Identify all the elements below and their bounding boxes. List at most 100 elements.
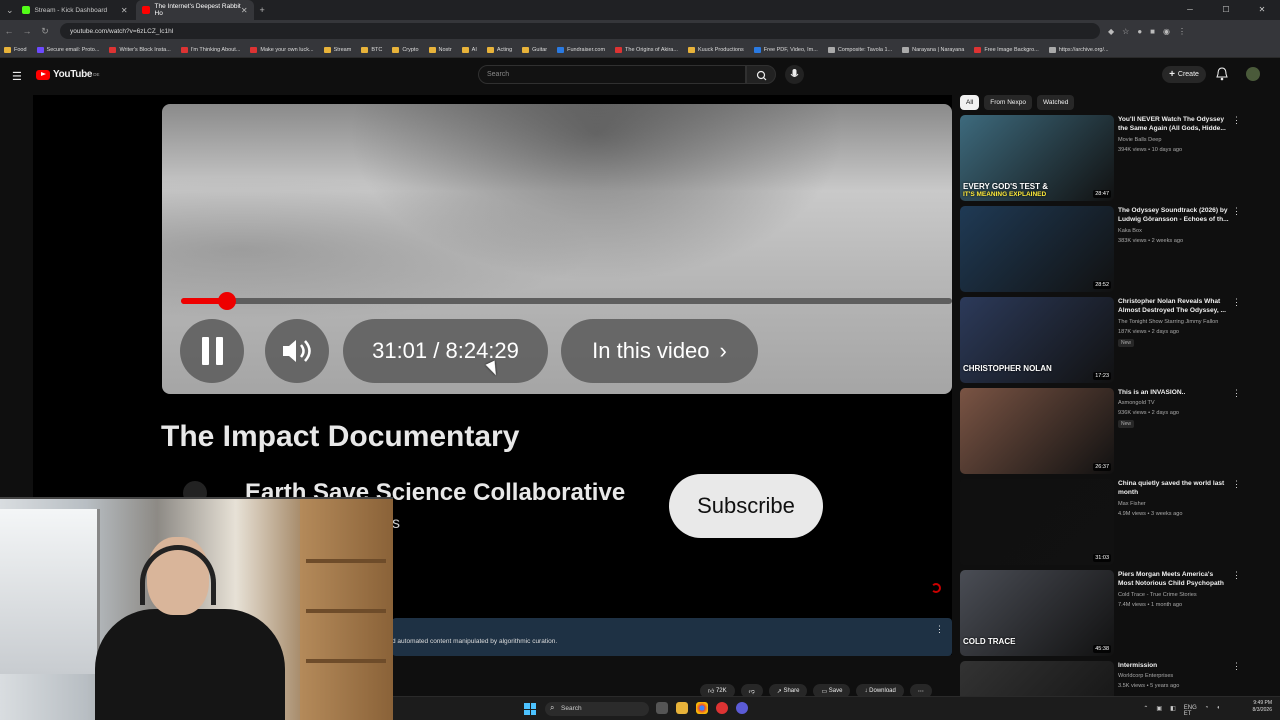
- channel-name[interactable]: Asmongold TV: [1118, 400, 1155, 406]
- more-options-icon[interactable]: ⋮: [1232, 661, 1241, 672]
- obs-icon[interactable]: [736, 702, 748, 714]
- chevron-up-icon[interactable]: ⌃: [1143, 705, 1148, 717]
- channel-name[interactable]: Kaka Box: [1118, 228, 1142, 234]
- bookmark-item[interactable]: https://archive.org/...: [1048, 46, 1109, 53]
- more-options-icon[interactable]: ⋮: [1232, 115, 1241, 126]
- bookmark-item[interactable]: Nostr: [428, 46, 452, 53]
- progress-scrubber[interactable]: [218, 292, 237, 310]
- progress-bar[interactable]: [181, 292, 952, 310]
- video-thumbnail[interactable]: COLD TRACE 45:38: [960, 570, 1114, 656]
- forward-icon[interactable]: →: [18, 26, 36, 36]
- filter-chip[interactable]: All: [960, 95, 980, 110]
- url-field[interactable]: youtube.com/watch?v=6zLCZ_Ic1hI: [60, 23, 1100, 39]
- bookmark-item[interactable]: Free PDF, Video, Im...: [753, 46, 818, 53]
- language-indicator[interactable]: ENG ET: [1184, 705, 1197, 717]
- video-title[interactable]: Intermission: [1118, 661, 1230, 670]
- task-view-icon[interactable]: [656, 702, 668, 714]
- channel-name[interactable]: Worldcorp Enterprises: [1118, 673, 1173, 679]
- bookmark-item[interactable]: Stream: [323, 46, 351, 53]
- more-options-icon[interactable]: ⋮: [1232, 388, 1241, 399]
- pause-button[interactable]: [180, 319, 244, 383]
- video-title[interactable]: You'll NEVER Watch The Odyssey the Same …: [1118, 115, 1230, 133]
- more-menu-icon[interactable]: ⋮: [1178, 27, 1186, 36]
- video-thumbnail[interactable]: EVERY GOD'S TEST & IT'S MEANING EXPLAINED…: [960, 115, 1114, 201]
- extension-icon[interactable]: ◆: [1108, 27, 1114, 36]
- bookmark-item[interactable]: Secure email: Proto...: [36, 46, 99, 53]
- back-icon[interactable]: ←: [0, 26, 18, 36]
- new-tab-icon[interactable]: +: [260, 5, 265, 15]
- bookmark-item[interactable]: AI: [461, 46, 477, 53]
- create-button[interactable]: + Create: [1162, 66, 1206, 83]
- more-options-icon[interactable]: ⋮: [1232, 570, 1241, 581]
- hamburger-menu-icon[interactable]: ☰: [12, 70, 22, 83]
- video-title[interactable]: Piers Morgan Meets America's Most Notori…: [1118, 570, 1230, 588]
- wifi-icon[interactable]: ◔: [1205, 705, 1209, 717]
- video-thumbnail[interactable]: 28:52: [960, 206, 1114, 292]
- bookmark-item[interactable]: Fundraiser.com: [557, 46, 605, 53]
- minimize-icon[interactable]: ─: [1172, 0, 1208, 20]
- maximize-icon[interactable]: ☐: [1208, 0, 1244, 20]
- voice-search-button[interactable]: [785, 65, 804, 84]
- channel-name[interactable]: Cold Trace - True Crime Stories: [1118, 592, 1197, 598]
- bookmark-item[interactable]: Narayana | Narayana: [902, 46, 964, 53]
- channel-name[interactable]: The Tonight Show Starring Jimmy Fallon: [1118, 319, 1218, 325]
- bookmark-item[interactable]: Make your own luck...: [250, 46, 314, 53]
- clock[interactable]: 9:49 PM 8/3/2026: [1253, 700, 1272, 714]
- bookmark-item[interactable]: Free Image Backgro...: [974, 46, 1039, 53]
- bookmark-star-icon[interactable]: ☆: [1122, 27, 1129, 36]
- channel-name[interactable]: Max Fisher: [1118, 501, 1146, 507]
- notifications-bell-icon[interactable]: [1216, 67, 1228, 81]
- bookmark-item[interactable]: Writer's Block Insta...: [109, 46, 171, 53]
- extension-icon[interactable]: ●: [1137, 27, 1142, 36]
- close-tab-icon[interactable]: ✕: [121, 6, 128, 15]
- subscribe-button[interactable]: Subscribe: [669, 474, 823, 538]
- tab-search-icon[interactable]: ⌄: [6, 5, 14, 16]
- extension-icon[interactable]: ■: [1150, 27, 1155, 36]
- bookmark-item[interactable]: Food: [4, 46, 27, 53]
- recommended-video[interactable]: EVERY GOD'S TEST & IT'S MEANING EXPLAINED…: [960, 115, 1260, 203]
- speaker-icon[interactable]: ◖: [1216, 705, 1220, 717]
- bookmark-item[interactable]: BTC: [361, 46, 382, 53]
- file-explorer-icon[interactable]: [676, 702, 688, 714]
- time-display[interactable]: 31:01 / 8:24:29: [343, 319, 548, 383]
- video-title[interactable]: Christopher Nolan Reveals What Almost De…: [1118, 297, 1230, 315]
- close-tab-icon[interactable]: ✕: [241, 6, 248, 15]
- more-options-icon[interactable]: ⋮: [1232, 479, 1241, 490]
- recommended-video[interactable]: COLD TRACE 45:38 Piers Morgan Meets Americ…: [960, 570, 1260, 658]
- filter-chip[interactable]: Watched: [1037, 95, 1075, 110]
- reload-icon[interactable]: ↻: [36, 26, 54, 37]
- tray-app-icon[interactable]: ▣: [1156, 705, 1162, 717]
- bookmark-item[interactable]: The Origins of Akira...: [615, 46, 678, 53]
- youtube-logo[interactable]: YouTube DE: [36, 69, 99, 80]
- app-icon[interactable]: [716, 702, 728, 714]
- more-options-icon[interactable]: ⋮: [1232, 206, 1241, 217]
- video-thumbnail[interactable]: 26:37: [960, 388, 1114, 474]
- bookmark-item[interactable]: Kuuck Productions: [687, 46, 744, 53]
- video-title[interactable]: The Odyssey Soundtrack (2026) by Ludwig …: [1118, 206, 1230, 224]
- video-title[interactable]: This is an INVASION..: [1118, 388, 1230, 397]
- bookmark-item[interactable]: Acting: [486, 46, 512, 53]
- chrome-icon[interactable]: [696, 702, 708, 714]
- more-options-icon[interactable]: ⋮: [935, 624, 944, 635]
- filter-chip[interactable]: From Nexpo: [984, 95, 1032, 110]
- recommended-video[interactable]: 28:52 The Odyssey Soundtrack (2026) by Lu…: [960, 206, 1260, 294]
- video-title[interactable]: China quietly saved the world last month: [1118, 479, 1230, 497]
- search-input[interactable]: Search: [478, 65, 746, 84]
- profile-icon[interactable]: ◉: [1163, 27, 1170, 36]
- bookmark-item[interactable]: Crypto: [392, 46, 419, 53]
- bookmark-item[interactable]: Composite: Tavola 1...: [827, 46, 892, 53]
- chapters-button[interactable]: In this video ›: [561, 319, 758, 383]
- bookmark-item[interactable]: I'm Thinking About...: [180, 46, 240, 53]
- channel-name[interactable]: Movie Balls Deep: [1118, 137, 1162, 143]
- video-thumbnail[interactable]: 31:03: [960, 479, 1114, 565]
- recommended-video[interactable]: 26:37 This is an INVASION.. Asmongold TV 93…: [960, 388, 1260, 476]
- volume-button[interactable]: [265, 319, 329, 383]
- taskbar-search[interactable]: Search: [545, 702, 649, 716]
- recommended-video[interactable]: 31:03 China quietly saved the world last …: [960, 479, 1260, 567]
- account-avatar[interactable]: [1246, 67, 1260, 81]
- close-window-icon[interactable]: ✕: [1244, 0, 1280, 20]
- tab-kick-dashboard[interactable]: Stream - Kick Dashboard ✕: [16, 0, 134, 20]
- search-button[interactable]: [746, 65, 776, 84]
- recommended-video[interactable]: CHRISTOPHER NOLAN 17:23 Christopher Nolan …: [960, 297, 1260, 385]
- video-thumbnail[interactable]: CHRISTOPHER NOLAN 17:23: [960, 297, 1114, 383]
